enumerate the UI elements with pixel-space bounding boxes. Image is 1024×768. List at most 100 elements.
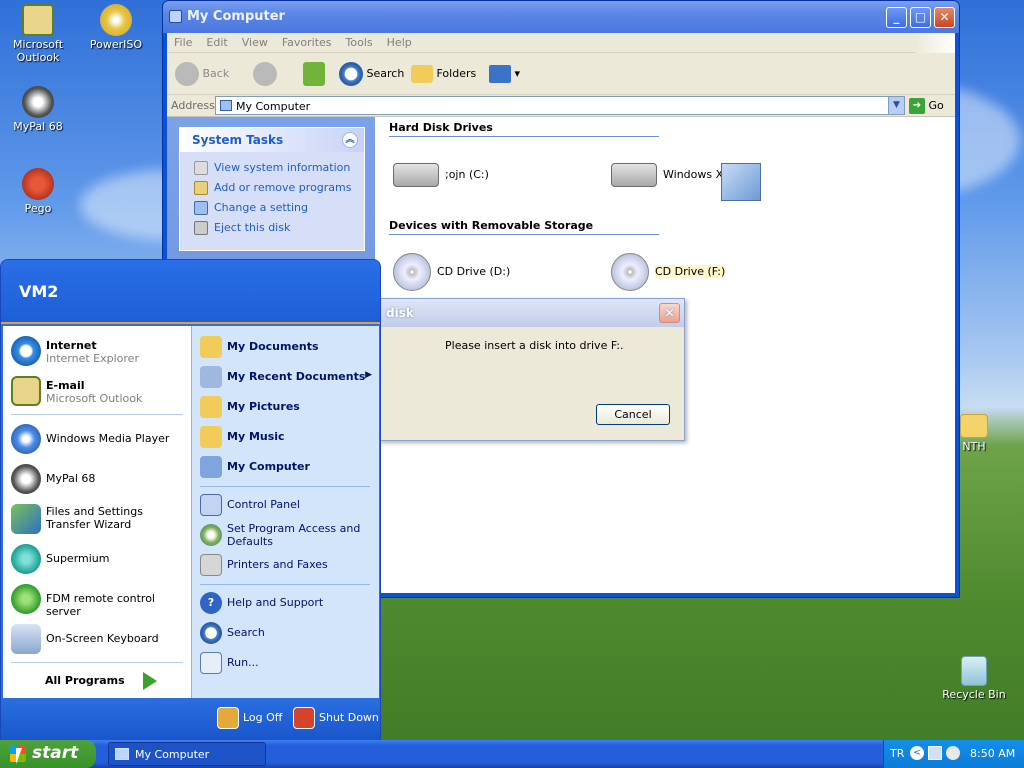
- drive-c[interactable]: ;ojn (C:): [393, 163, 489, 187]
- computer-icon: [200, 456, 222, 478]
- menu-view[interactable]: View: [235, 33, 275, 49]
- insert-disk-dialog[interactable]: disk ✕ Please insert a disk into drive F…: [378, 298, 685, 441]
- recent-transfer-wizard[interactable]: Files and Settings Transfer Wizard: [3, 500, 191, 538]
- menu-edit[interactable]: Edit: [199, 33, 234, 49]
- dialog-message: Please insert a disk into drive F:.: [445, 339, 624, 352]
- search-button[interactable]: Search: [339, 60, 404, 88]
- outlook-icon: [22, 4, 54, 36]
- taskbar-task-my-computer[interactable]: My Computer: [108, 742, 266, 766]
- section-removable-storage: Devices with Removable Storage: [389, 219, 659, 235]
- menu-file[interactable]: File: [167, 33, 199, 49]
- computer-icon: [169, 10, 182, 23]
- eject-icon: [194, 221, 208, 235]
- place-my-pictures[interactable]: My Pictures: [192, 392, 380, 420]
- start-menu-footer: Log Off Shut Down: [1, 698, 380, 740]
- task-change-setting[interactable]: Change a setting: [180, 198, 364, 218]
- place-help-support[interactable]: ? Help and Support: [192, 588, 380, 616]
- recent-onscreen-keyboard[interactable]: On-Screen Keyboard: [3, 620, 191, 658]
- desktop-icon-recycle-bin[interactable]: Recycle Bin: [936, 656, 1012, 701]
- menu-help[interactable]: Help: [380, 33, 419, 49]
- cancel-button[interactable]: Cancel: [596, 404, 670, 425]
- start-menu-user: VM2: [1, 260, 380, 324]
- window-titlebar[interactable]: My Computer _ □ ✕: [163, 1, 959, 33]
- drive-f[interactable]: CD Drive (F:): [611, 253, 726, 291]
- recent-fdm[interactable]: FDM remote control server: [3, 580, 191, 618]
- dialog-close-button[interactable]: ✕: [659, 303, 680, 323]
- system-tasks-header[interactable]: System Tasks ︽: [180, 128, 364, 152]
- place-my-documents[interactable]: My Documents: [192, 332, 380, 360]
- start-menu-programs: Internet Internet Explorer E-mail Micros…: [3, 326, 191, 698]
- menu-tools[interactable]: Tools: [339, 33, 380, 49]
- cd-drive-icon: [393, 253, 431, 291]
- task-eject-disk[interactable]: Eject this disk: [180, 218, 364, 238]
- desktop-icon-outlook[interactable]: Microsoft Outlook: [0, 4, 76, 64]
- separator: [11, 662, 183, 663]
- help-icon: ?: [200, 592, 222, 614]
- forward-arrow-icon: [253, 62, 277, 86]
- place-my-music[interactable]: My Music: [192, 422, 380, 450]
- close-button[interactable]: ✕: [934, 7, 955, 28]
- desktop-icon-pego[interactable]: Pego: [0, 168, 76, 215]
- keyboard-icon: [11, 624, 41, 654]
- recent-mypal[interactable]: MyPal 68: [3, 460, 191, 498]
- forward-button[interactable]: [253, 60, 277, 88]
- menu-favorites[interactable]: Favorites: [275, 33, 339, 49]
- place-run[interactable]: Run...: [192, 648, 380, 676]
- place-printers-faxes[interactable]: Printers and Faxes: [192, 550, 380, 578]
- clock[interactable]: 8:50 AM: [970, 747, 1015, 760]
- printer-icon: [200, 554, 222, 576]
- control-panel-icon: [194, 201, 208, 215]
- tray-expand-icon[interactable]: <: [910, 746, 924, 760]
- start-button[interactable]: start: [0, 740, 96, 768]
- shutdown-button[interactable]: Shut Down: [293, 706, 379, 730]
- system-info-icon: [194, 161, 208, 175]
- up-folder-button[interactable]: [303, 60, 325, 88]
- hard-disk-icon: [611, 163, 657, 187]
- dialog-titlebar[interactable]: disk ✕: [379, 299, 684, 327]
- network-icon[interactable]: [928, 746, 942, 760]
- hard-disk-icon: [393, 163, 439, 187]
- toolbar: Back Search Folders ▾: [167, 53, 955, 95]
- maximize-button[interactable]: □: [910, 7, 931, 28]
- all-programs-button[interactable]: All Programs: [45, 672, 185, 692]
- task-view-system-info[interactable]: View system information: [180, 158, 364, 178]
- window-title: My Computer: [187, 9, 285, 24]
- folders-button[interactable]: Folders: [411, 60, 476, 88]
- task-add-remove-programs[interactable]: Add or remove programs: [180, 178, 364, 198]
- pego-icon: [22, 168, 54, 200]
- raccoon-icon: [22, 86, 54, 118]
- desktop-icon-poweriso[interactable]: PowerISO: [78, 4, 154, 51]
- go-button[interactable]: ➔ Go: [909, 96, 944, 115]
- back-button[interactable]: Back: [175, 60, 229, 88]
- green-arrow-icon: [142, 672, 157, 690]
- outlook-icon: [11, 376, 41, 406]
- address-dropdown-button[interactable]: ▼: [888, 97, 904, 114]
- desktop-icon-mypal[interactable]: MyPal 68: [0, 86, 76, 133]
- place-my-computer[interactable]: My Computer: [192, 452, 380, 480]
- drive-d[interactable]: CD Drive (D:): [393, 253, 510, 291]
- recent-supermium[interactable]: Supermium: [3, 540, 191, 578]
- place-my-recent-documents[interactable]: My Recent Documents ▶: [192, 362, 380, 390]
- collapse-icon[interactable]: ︽: [342, 132, 358, 148]
- address-input[interactable]: My Computer ▼: [215, 96, 905, 115]
- up-arrow-icon: [303, 62, 325, 86]
- volume-icon[interactable]: [946, 746, 960, 760]
- pinned-email[interactable]: E-mail Microsoft Outlook: [3, 372, 191, 410]
- place-control-panel[interactable]: Control Panel: [192, 490, 380, 518]
- minimize-button[interactable]: _: [886, 7, 907, 28]
- language-indicator[interactable]: TR: [890, 747, 904, 760]
- place-program-access[interactable]: Set Program Access and Defaults: [192, 520, 380, 552]
- go-arrow-icon: ➔: [909, 98, 925, 114]
- recent-media-player[interactable]: Windows Media Player: [3, 420, 191, 458]
- chevron-down-icon: ▾: [514, 67, 521, 80]
- menu-bar: File Edit View Favorites Tools Help: [167, 33, 955, 53]
- pinned-internet[interactable]: Internet Internet Explorer: [3, 332, 191, 370]
- logoff-button[interactable]: Log Off: [217, 706, 282, 730]
- place-search[interactable]: Search: [192, 618, 380, 646]
- desktop-icon-label: Recycle Bin: [942, 688, 1006, 701]
- mouse-cursor-icon: [16, 748, 22, 764]
- recent-documents-icon: [200, 366, 222, 388]
- separator: [200, 584, 370, 585]
- desktop-icon-label: Pego: [24, 202, 52, 215]
- views-button[interactable]: ▾: [489, 60, 520, 88]
